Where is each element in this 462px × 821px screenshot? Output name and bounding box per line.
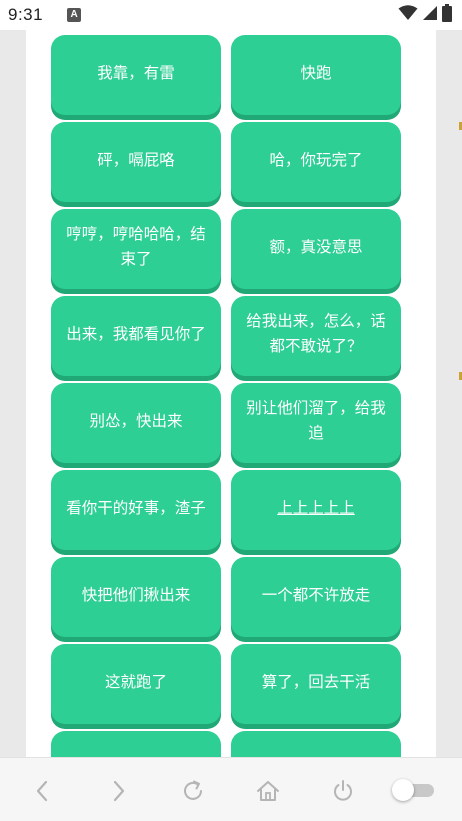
sound-button-label: 别怂，快出来 (89, 411, 183, 430)
sound-button-label: 看你干的好事，渣子 (66, 498, 206, 517)
sound-button[interactable]: 一个都不许放走 (231, 557, 401, 637)
sound-button-label: 哈，你玩完了 (269, 150, 363, 169)
sound-button-label: 给我出来，怎么，话都不敢说了？ (246, 312, 386, 355)
sound-button[interactable]: 额，真没意思 (231, 209, 401, 289)
bottom-nav-bar (0, 757, 462, 821)
sound-button-label: 这就跑了 (104, 672, 167, 691)
sound-button[interactable]: 我靠，有雷 (51, 35, 221, 115)
sound-button[interactable]: 别让他们溜了，给我追 (231, 383, 401, 463)
toggle-knob (392, 779, 414, 801)
sound-button[interactable] (231, 731, 401, 757)
sound-button[interactable]: 算了，回去干活 (231, 644, 401, 724)
sound-button[interactable]: 哈，你玩完了 (231, 122, 401, 202)
sound-button-grid: 我靠，有雷 快跑 砰，嗝屁咯 哈，你玩完了 哼哼，哼哈哈哈，结束了 额，真没意思… (51, 35, 401, 757)
home-icon[interactable] (253, 776, 283, 806)
sound-button-label: 出来，我都看见你了 (66, 324, 206, 343)
toggle-switch[interactable] (392, 779, 436, 801)
sound-button[interactable]: 哼哼，哼哈哈哈，结束了 (51, 209, 221, 289)
battery-icon (442, 4, 452, 26)
sound-button[interactable]: 出来，我都看见你了 (51, 296, 221, 376)
sound-button[interactable]: 看你干的好事，渣子 (51, 470, 221, 550)
back-icon[interactable] (28, 776, 58, 806)
sound-button-label: 我靠，有雷 (97, 63, 175, 82)
sound-button[interactable] (51, 731, 221, 757)
sound-button[interactable]: 快把他们揪出来 (51, 557, 221, 637)
sound-button-label: 快跑 (300, 63, 332, 82)
sound-button-label: 快把他们揪出来 (81, 585, 191, 604)
signal-icon (422, 5, 438, 25)
status-time: 9:31 (8, 5, 44, 24)
sound-button-label: 哼哼，哼哈哈哈，结束了 (66, 225, 206, 268)
sound-button-label: 算了，回去干活 (261, 672, 371, 691)
app-screen: 9:31 A 我靠，有雷 快跑 砰，嗝屁咯 哈，你玩完了 哼哼，哼哈哈哈，结束了… (0, 0, 462, 821)
webview-frame: 我靠，有雷 快跑 砰，嗝屁咯 哈，你玩完了 哼哼，哼哈哈哈，结束了 额，真没意思… (0, 30, 462, 757)
status-bar: 9:31 A (0, 0, 462, 30)
status-icons (398, 4, 452, 26)
refresh-icon[interactable] (178, 776, 208, 806)
sound-button-label: 砰，嗝屁咯 (97, 150, 175, 169)
notification-icon: A (67, 8, 82, 22)
sound-button[interactable]: 这就跑了 (51, 644, 221, 724)
sound-button[interactable]: 给我出来，怎么，话都不敢说了？ (231, 296, 401, 376)
sound-button-label: 别让他们溜了，给我追 (246, 399, 386, 442)
sound-button[interactable]: 上上上上上 (231, 470, 401, 550)
sound-button[interactable]: 砰，嗝屁咯 (51, 122, 221, 202)
sound-button-label: 一个都不许放走 (261, 585, 371, 604)
power-icon[interactable] (328, 776, 358, 806)
forward-icon[interactable] (103, 776, 133, 806)
wifi-icon (398, 5, 418, 25)
sound-button-label: 额，真没意思 (269, 237, 363, 256)
soundboard-page[interactable]: 我靠，有雷 快跑 砰，嗝屁咯 哈，你玩完了 哼哼，哼哈哈哈，结束了 额，真没意思… (26, 30, 436, 757)
sound-button[interactable]: 快跑 (231, 35, 401, 115)
sound-button[interactable]: 别怂，快出来 (51, 383, 221, 463)
sound-button-label: 上上上上上 (277, 498, 355, 517)
